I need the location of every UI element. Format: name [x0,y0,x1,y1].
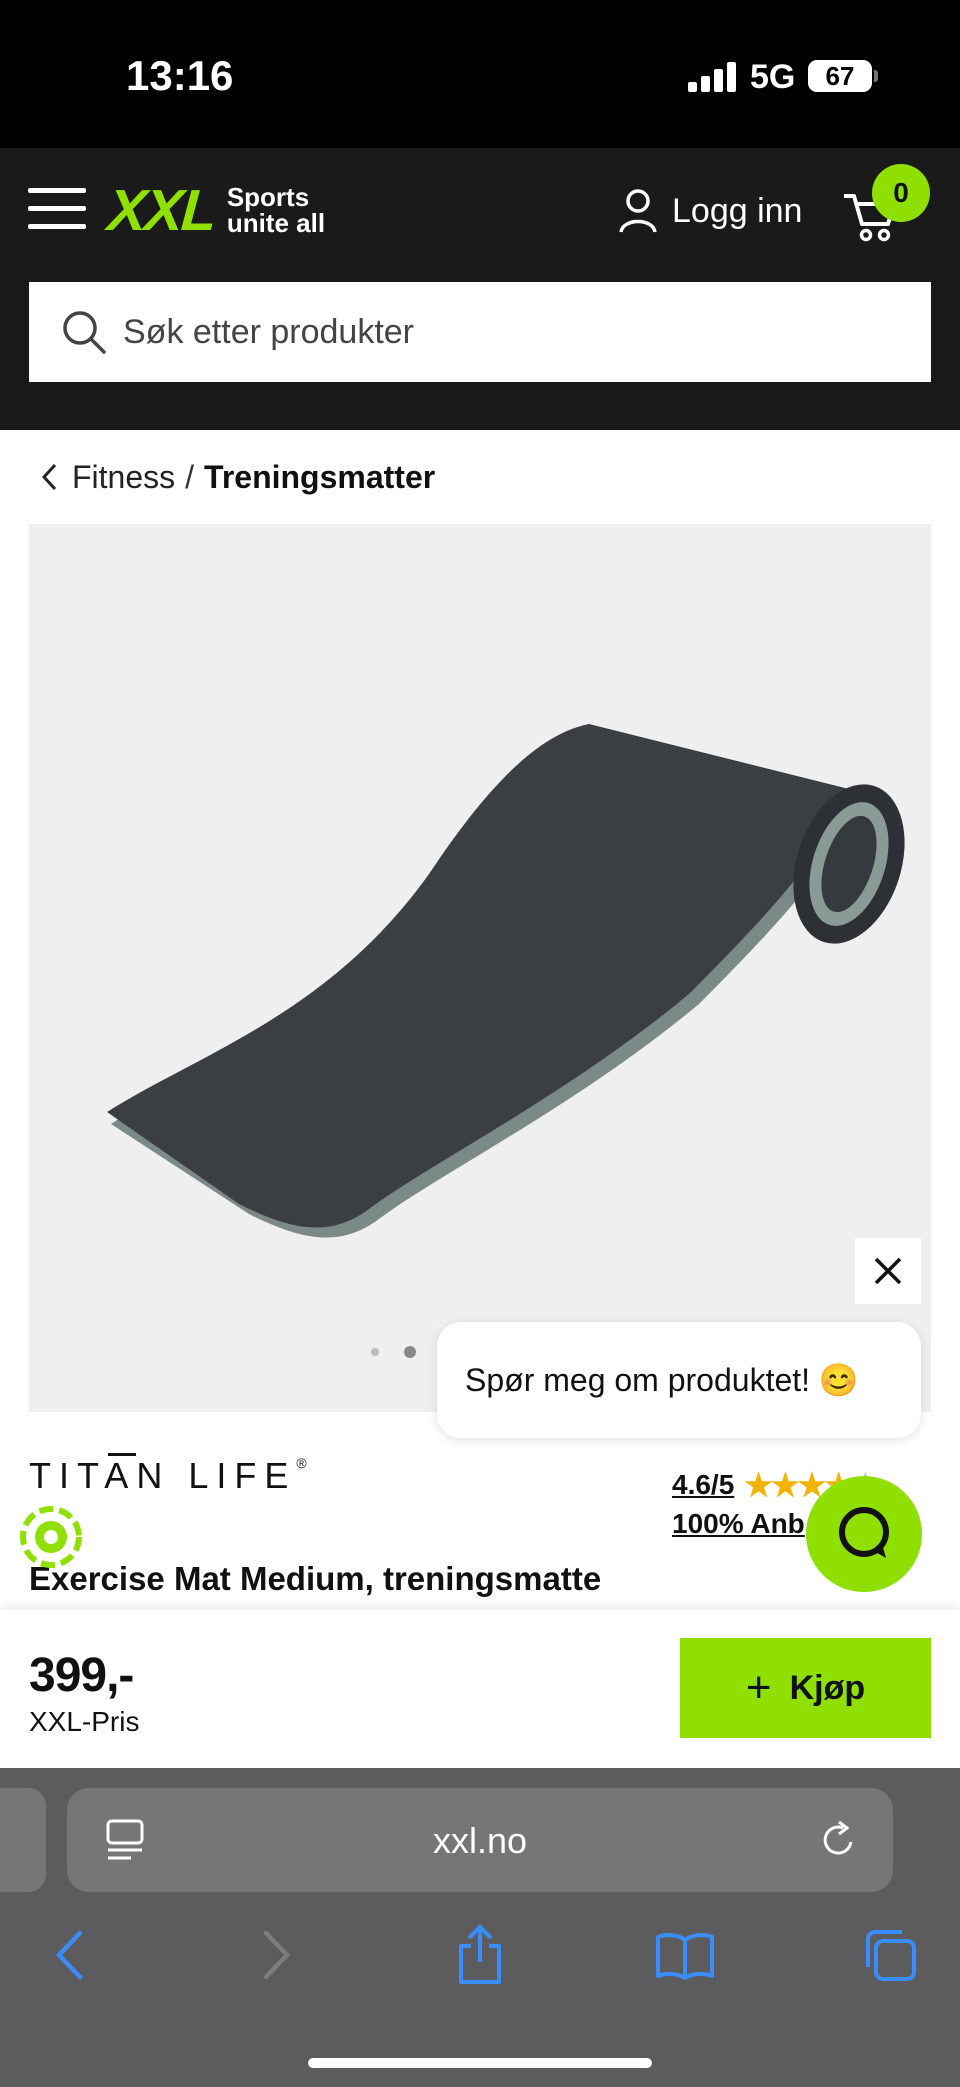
plus-icon: + [745,1663,772,1712]
chat-icon [839,1507,889,1558]
price-label: XXL-Pris [29,1706,140,1737]
recommend-percentage[interactable]: 100% Anb [672,1508,805,1540]
search-input[interactable] [123,312,883,352]
search-icon [63,311,106,354]
url-text: xxl.no [432,1820,528,1861]
share-icon [459,1924,501,1984]
brand-name: TITAN LIFE [29,1455,297,1496]
buy-label: Kjøp [789,1668,866,1707]
chat-close-button[interactable] [855,1238,921,1304]
logo-tagline: Sports unite all [227,184,325,236]
product-price: 399,- [29,1649,134,1702]
back-button[interactable] [34,1920,104,1990]
chevron-left-icon[interactable] [40,463,58,491]
close-icon [874,1257,902,1285]
book-icon [656,1933,714,1980]
gallery-dot-2[interactable] [404,1346,416,1358]
site-header: XXL Sports unite all Logg inn 0 [0,148,960,430]
tabs-icon [866,1930,916,1981]
chevron-left-icon [55,1930,83,1980]
rating-score: 4.6/5 [672,1469,735,1500]
tabs-button[interactable] [855,1920,925,1990]
chat-button[interactable] [806,1476,922,1592]
bookmarks-button[interactable] [650,1920,720,1990]
breadcrumb-current[interactable]: Treningsmatter [204,459,435,496]
logo-mark: XXL [105,177,218,243]
address-bar[interactable]: xxl.no [67,1788,893,1892]
battery-icon: 67 [808,60,872,92]
brand-registered-mark: ® [296,1455,307,1471]
previous-tab-peek[interactable] [0,1788,46,1892]
eco-badge-icon[interactable] [16,1502,86,1572]
browser-toolbar: xxl.no [0,1768,960,2087]
brand-logo[interactable]: TITAN LIFE® [29,1455,307,1497]
status-time: 13:16 [126,52,234,99]
login-button[interactable]: Logg inn [618,186,802,236]
signal-icon [688,62,736,92]
breadcrumb-fitness[interactable]: Fitness [72,459,175,496]
network-type: 5G [750,58,796,96]
product-image-gallery[interactable] [29,524,931,1412]
buy-button[interactable]: + Kjøp [680,1638,931,1738]
product-title: Exercise Mat Medium, treningsmatte [29,1560,602,1597]
status-bar: 13:16 5G 67 [0,0,960,148]
product-image [107,724,905,1238]
breadcrumb: Fitness / Treningsmatter [40,452,435,502]
chevron-right-icon [263,1930,291,1980]
login-label: Logg inn [672,191,803,230]
breadcrumb-separator: / [185,458,195,495]
share-button[interactable] [445,1920,515,1990]
menu-button[interactable] [28,186,86,230]
battery-tip [874,70,878,82]
user-icon [619,189,657,233]
cart-count-badge: 0 [872,164,930,222]
xxl-logo[interactable]: XXL Sports unite all [106,178,325,243]
forward-button[interactable] [242,1920,312,1990]
logo-tagline-2: unite all [226,208,326,238]
home-indicator [308,2058,652,2068]
reload-icon[interactable] [819,1818,859,1862]
gallery-dot-1[interactable] [371,1348,379,1356]
buy-bar: 399,- XXL-Pris + Kjøp [0,1610,960,1768]
brand-logo-bar [108,1453,136,1456]
chat-prompt-bubble[interactable]: Spør meg om produktet! 😊 [437,1322,921,1438]
search-box[interactable] [29,282,931,382]
